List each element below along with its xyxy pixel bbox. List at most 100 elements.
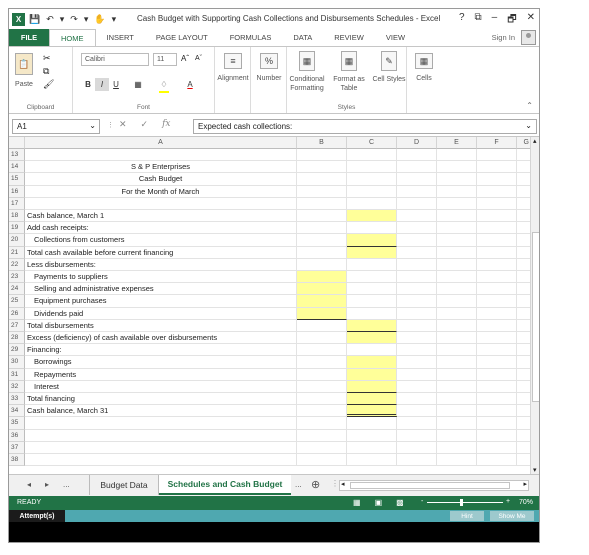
cell-e[interactable] — [437, 307, 477, 320]
row-header[interactable]: 25 — [9, 295, 25, 308]
cell-e[interactable] — [437, 393, 477, 406]
column-header-c[interactable]: C — [347, 137, 397, 149]
cell-f[interactable] — [477, 417, 517, 430]
cell-f[interactable] — [477, 380, 517, 393]
row-header[interactable]: 32 — [9, 380, 25, 393]
cell-d[interactable] — [397, 161, 437, 174]
alignment-icon[interactable]: ≡ — [224, 53, 242, 69]
minimize-icon[interactable]: – — [492, 12, 498, 29]
cell-d[interactable] — [397, 197, 437, 210]
cell-e[interactable] — [437, 356, 477, 369]
cell-f[interactable] — [477, 283, 517, 296]
cell-e[interactable] — [437, 246, 477, 259]
cell-a[interactable]: Less disbursements: — [25, 258, 297, 271]
cell-g[interactable] — [517, 149, 531, 162]
cell-e[interactable] — [437, 161, 477, 174]
cell-c[interactable] — [347, 258, 397, 271]
bold-button[interactable]: B — [81, 78, 95, 91]
cells-button[interactable]: Cells — [407, 75, 441, 82]
sheet-tab-budget-data[interactable]: Budget Data — [89, 475, 159, 495]
cell-a[interactable]: Total financing — [25, 393, 297, 406]
cell-e[interactable] — [437, 417, 477, 430]
cell-a[interactable] — [25, 417, 297, 430]
cell-c[interactable] — [347, 161, 397, 174]
cell-b[interactable] — [297, 417, 347, 430]
zoom-out-button[interactable]: - — [421, 498, 423, 505]
cell-d[interactable] — [397, 393, 437, 406]
cell-b[interactable] — [297, 356, 347, 369]
cell-b[interactable] — [297, 161, 347, 174]
format-as-table-icon[interactable]: ▦ — [341, 51, 357, 71]
cell-f[interactable] — [477, 246, 517, 259]
cell-a[interactable] — [25, 149, 297, 162]
cell-a[interactable]: Repayments — [25, 368, 297, 381]
row-header[interactable]: 33 — [9, 393, 25, 406]
tab-insert[interactable]: INSERT — [96, 29, 145, 46]
cell-g[interactable] — [517, 210, 531, 223]
cell-b[interactable] — [297, 441, 347, 454]
row-header[interactable]: 30 — [9, 356, 25, 369]
tab-view[interactable]: VIEW — [375, 29, 416, 46]
scroll-left-icon[interactable]: ◂ — [341, 480, 345, 488]
cell-a[interactable] — [25, 429, 297, 442]
name-box[interactable]: A1 ⌄ — [12, 119, 100, 134]
cell-b[interactable] — [297, 197, 347, 210]
cell-b[interactable] — [297, 283, 347, 296]
cell-d[interactable] — [397, 429, 437, 442]
cell-c[interactable] — [347, 417, 397, 430]
zoom-level[interactable]: 70% — [519, 499, 533, 506]
cell-g[interactable] — [517, 246, 531, 259]
cell-f[interactable] — [477, 173, 517, 186]
sign-in-link[interactable]: Sign In — [492, 33, 515, 42]
row-header[interactable]: 26 — [9, 307, 25, 320]
cell-a[interactable]: Cash Budget — [25, 173, 297, 186]
cell-b[interactable] — [297, 332, 347, 345]
fill-color-icon[interactable]: ♢ — [157, 78, 171, 91]
cell-a[interactable]: Interest — [25, 380, 297, 393]
column-header-d[interactable]: D — [397, 137, 437, 149]
restore-icon[interactable]: 🗗 — [507, 12, 516, 29]
cell-c[interactable] — [347, 149, 397, 162]
row-header[interactable]: 14 — [9, 161, 25, 174]
cell-f[interactable] — [477, 454, 517, 467]
enter-icon[interactable]: ✓ — [141, 119, 149, 130]
redo-dropdown-icon[interactable]: ▾ — [84, 14, 89, 25]
cell-c[interactable] — [347, 283, 397, 296]
redo-icon[interactable]: ↷ — [70, 14, 78, 25]
cancel-icon[interactable]: ✕ — [119, 119, 127, 130]
conditional-formatting-icon[interactable]: ▦ — [299, 51, 315, 71]
cell-e[interactable] — [437, 380, 477, 393]
row-header[interactable]: 19 — [9, 222, 25, 235]
cell-f[interactable] — [477, 344, 517, 357]
horizontal-scroll-thumb[interactable] — [350, 482, 510, 489]
cell-f[interactable] — [477, 368, 517, 381]
sheet-tab-schedules-and-cash-budget[interactable]: Schedules and Cash Budget — [159, 475, 291, 495]
cell-g[interactable] — [517, 454, 531, 467]
cell-g[interactable] — [517, 332, 531, 345]
select-all-corner[interactable] — [9, 137, 25, 149]
cell-d[interactable] — [397, 295, 437, 308]
cell-c[interactable] — [347, 185, 397, 198]
cell-e[interactable] — [437, 197, 477, 210]
cell-d[interactable] — [397, 149, 437, 162]
cell-b[interactable] — [297, 454, 347, 467]
zoom-slider-knob[interactable] — [460, 499, 463, 506]
cell-f[interactable] — [477, 441, 517, 454]
cell-c[interactable] — [347, 429, 397, 442]
page-break-view-icon[interactable]: ▩ — [396, 498, 404, 507]
row-header[interactable]: 13 — [9, 149, 25, 162]
number-format-icon[interactable]: % — [260, 53, 278, 69]
tab-page-layout[interactable]: PAGE LAYOUT — [145, 29, 219, 46]
conditional-formatting-button[interactable]: Conditional Formatting — [287, 75, 327, 93]
cell-d[interactable] — [397, 368, 437, 381]
cell-d[interactable] — [397, 405, 437, 418]
cell-g[interactable] — [517, 185, 531, 198]
shrink-font-icon[interactable]: Aˇ — [195, 55, 202, 62]
cell-d[interactable] — [397, 246, 437, 259]
cell-a[interactable]: Payments to suppliers — [25, 271, 297, 284]
more-sheets-right-icon[interactable]: ... — [295, 480, 302, 489]
row-header[interactable]: 23 — [9, 271, 25, 284]
cell-d[interactable] — [397, 454, 437, 467]
cell-c[interactable] — [347, 197, 397, 210]
cell-a[interactable]: Cash balance, March 1 — [25, 210, 297, 223]
